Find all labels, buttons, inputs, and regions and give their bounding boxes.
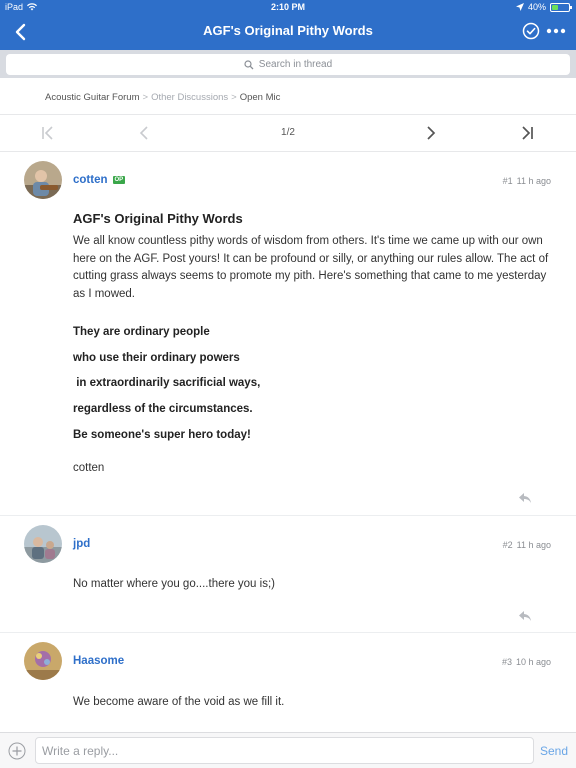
- top-bar: iPad 2:10 PM 40% AGF's Original Pithy Wo…: [0, 0, 576, 50]
- send-button[interactable]: Send: [540, 744, 568, 758]
- post-3: Haasome #3 10 h ago We become aware of th…: [0, 633, 576, 732]
- post-meta: #2 11 h ago: [503, 540, 551, 550]
- page-indicator[interactable]: 1/2: [0, 127, 576, 138]
- post-meta: #1 11 h ago: [503, 176, 551, 186]
- reply-icon[interactable]: [518, 492, 532, 504]
- search-icon: [244, 59, 254, 69]
- battery-fill: [552, 4, 559, 10]
- post-body: We all know countless pithy words of wis…: [73, 235, 549, 300]
- battery-percent: 40%: [527, 2, 546, 12]
- avatar[interactable]: [24, 642, 62, 680]
- breadcrumb: Acoustic Guitar Forum > Other Discussion…: [45, 92, 280, 103]
- breadcrumb-item-open-mic[interactable]: Open Mic: [240, 92, 281, 103]
- post-body: We become aware of the void as we fill i…: [73, 696, 285, 708]
- post-author[interactable]: Haasome: [73, 655, 124, 667]
- post-2: jpd #2 11 h ago No matter where you go...…: [0, 516, 576, 633]
- breadcrumb-separator: >: [231, 92, 237, 103]
- search-placeholder: Search in thread: [258, 59, 333, 70]
- search-bar: Search in thread: [0, 50, 576, 78]
- breadcrumb-separator: >: [142, 92, 149, 103]
- last-page-icon[interactable]: [519, 125, 535, 141]
- reply-icon[interactable]: [518, 610, 532, 622]
- avatar[interactable]: [24, 525, 62, 563]
- post-poem: They are ordinary people who use their o…: [73, 326, 260, 454]
- page-title: AGF's Original Pithy Words: [203, 23, 373, 38]
- poem-line: regardless of the circumstances.: [73, 403, 253, 416]
- post-signature: cotten: [73, 462, 105, 474]
- reply-input[interactable]: [35, 737, 534, 764]
- reply-composer: Send: [0, 732, 576, 768]
- post-meta: #3 10 h ago: [502, 657, 551, 667]
- post-time: 11 h ago: [516, 540, 551, 550]
- post-time: 10 h ago: [515, 657, 551, 667]
- thread-title: AGF's Original Pithy Words: [73, 211, 243, 226]
- status-bar: iPad 2:10 PM 40%: [0, 0, 576, 14]
- search-input[interactable]: Search in thread: [6, 54, 570, 75]
- op-badge: OP: [112, 176, 126, 184]
- post-body: No matter where you go....there you is;): [73, 578, 275, 590]
- post-author[interactable]: cotten OP: [73, 174, 126, 186]
- post-number: #1: [502, 176, 513, 186]
- poem-line: They are ordinary people: [73, 326, 210, 338]
- next-page-icon[interactable]: [423, 125, 439, 141]
- post-1: cotten OP #1 11 h ago AGF's Original Pithy…: [0, 152, 576, 516]
- avatar[interactable]: [24, 161, 62, 199]
- poem-line: in extraordinarily sacrificial ways,: [73, 377, 261, 390]
- poem-line: who use their ordinary powers: [73, 351, 240, 364]
- more-options-icon[interactable]: [546, 28, 566, 34]
- battery-icon: [550, 2, 572, 12]
- post-author[interactable]: jpd: [73, 538, 90, 550]
- post-number: #3: [501, 657, 512, 667]
- attach-plus-icon[interactable]: [8, 742, 26, 760]
- post-number: #2: [502, 540, 513, 550]
- pagination-bar: 1/2: [0, 114, 576, 152]
- post-time: 11 h ago: [516, 176, 551, 186]
- nav-bar: AGF's Original Pithy Words: [0, 14, 576, 50]
- poem-line: Be someone's super hero today!: [73, 428, 251, 441]
- clock: 2:10 PM: [270, 2, 305, 12]
- subscribe-check-icon[interactable]: [522, 22, 540, 40]
- breadcrumb-item-forum[interactable]: Acoustic Guitar Forum: [45, 92, 140, 103]
- breadcrumb-item-other-discussions[interactable]: Other Discussions: [151, 92, 228, 103]
- location-icon: [515, 3, 524, 11]
